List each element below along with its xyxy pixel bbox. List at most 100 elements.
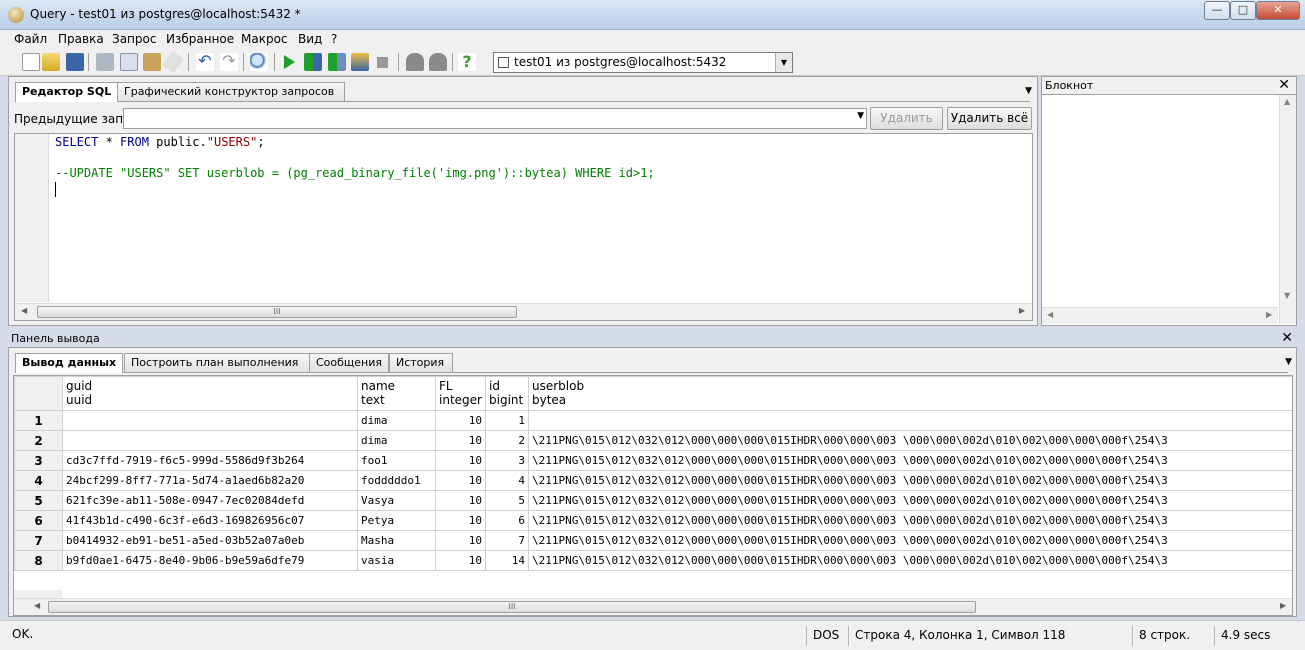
id-cell[interactable]: 6 [485, 510, 529, 531]
scroll-left-icon[interactable]: ◀ [34, 601, 40, 610]
tab-graphical-query-builder[interactable]: Графический конструктор запросов [117, 82, 345, 101]
menu-edit[interactable]: Правка [58, 32, 104, 46]
menu-query[interactable]: Запрос [112, 32, 156, 46]
chevron-down-icon[interactable]: ▼ [857, 111, 864, 121]
guid-cell[interactable]: 41f43b1d-c490-6c3f-e6d3-169826956c07 [62, 510, 358, 531]
notepad-close-icon[interactable]: ✕ [1278, 77, 1290, 93]
column-header-userblob[interactable]: userblob bytea [528, 376, 1292, 411]
name-cell[interactable]: Vasya [357, 490, 436, 511]
paste-icon[interactable] [143, 53, 161, 71]
explain-analyze-icon[interactable] [351, 53, 369, 71]
menu-view[interactable]: Вид [298, 32, 322, 46]
menu-file[interactable]: Файл [14, 32, 47, 46]
row-number-cell[interactable]: 1 [14, 410, 63, 431]
notepad-horizontal-scrollbar[interactable]: ◀ ▶ [1042, 307, 1278, 324]
scrollbar-thumb[interactable]: III [48, 601, 976, 613]
fl-cell[interactable]: 10 [435, 490, 486, 511]
tab-menu-chevron-icon[interactable]: ▼ [1025, 86, 1032, 96]
undo-icon[interactable]: ↶ [196, 53, 214, 71]
fl-cell[interactable]: 10 [435, 510, 486, 531]
save-icon[interactable] [66, 53, 84, 71]
scroll-up-icon[interactable]: ▲ [1284, 97, 1290, 106]
column-header-fl[interactable]: FL integer [435, 376, 486, 411]
guid-cell[interactable] [62, 410, 358, 431]
tab-menu-chevron-icon[interactable]: ▼ [1285, 357, 1292, 367]
guid-cell[interactable]: b9fd0ae1-6475-8e40-9b06-b9e59a6dfe79 [62, 550, 358, 571]
execute-icon[interactable] [284, 55, 295, 69]
editor-horizontal-scrollbar[interactable]: ◀ III ▶ [15, 303, 1032, 320]
rollback-icon[interactable] [429, 53, 447, 71]
grid-horizontal-scrollbar[interactable]: ◀ III ▶ [14, 598, 1292, 615]
scroll-left-icon[interactable]: ◀ [1047, 310, 1053, 319]
close-button[interactable]: ✕ [1256, 1, 1300, 20]
data-grid[interactable]: guid uuid name text FL integer id bigint use… [13, 375, 1293, 616]
id-cell[interactable]: 7 [485, 530, 529, 551]
name-cell[interactable]: vasia [357, 550, 436, 571]
row-number-cell[interactable]: 3 [14, 450, 63, 471]
row-number-cell[interactable]: 8 [14, 550, 63, 571]
name-cell[interactable]: foo1 [357, 450, 436, 471]
table-row[interactable]: 4 24bcf299-8ff7-771a-5d74-a1aed6b82a20 fod… [14, 470, 1292, 491]
tab-sql-editor[interactable]: Редактор SQL [15, 82, 119, 102]
userblob-cell[interactable]: \211PNG\015\012\032\012\000\000\000\015I… [528, 470, 1292, 491]
userblob-cell[interactable] [528, 410, 1292, 431]
menu-macros[interactable]: Макрос [241, 32, 288, 46]
userblob-cell[interactable]: \211PNG\015\012\032\012\000\000\000\015I… [528, 430, 1292, 451]
scroll-down-icon[interactable]: ▼ [1284, 291, 1290, 300]
id-cell[interactable]: 5 [485, 490, 529, 511]
fl-cell[interactable]: 10 [435, 450, 486, 471]
column-header-guid[interactable]: guid uuid [62, 376, 358, 411]
menu-favourites[interactable]: Избранное [166, 32, 234, 46]
redo-icon[interactable]: ↷ [220, 53, 238, 71]
table-row[interactable]: 2 dima 10 2 \211PNG\015\012\032\012\000\000\… [14, 430, 1292, 451]
scroll-right-icon[interactable]: ▶ [1280, 601, 1286, 610]
explain-icon[interactable] [304, 53, 322, 71]
fl-cell[interactable]: 10 [435, 430, 486, 451]
minimize-button[interactable]: — [1204, 1, 1230, 20]
column-header-name[interactable]: name text [357, 376, 436, 411]
tab-explain-plan[interactable]: Построить план выполнения [124, 353, 311, 372]
guid-cell[interactable]: 24bcf299-8ff7-771a-5d74-a1aed6b82a20 [62, 470, 358, 491]
row-number-cell[interactable]: 4 [14, 470, 63, 491]
userblob-cell[interactable]: \211PNG\015\012\032\012\000\000\000\015I… [528, 550, 1292, 571]
table-row[interactable]: 8 b9fd0ae1-6475-8e40-9b06-b9e59a6dfe79 vas… [14, 550, 1292, 571]
name-cell[interactable]: fodddddo1 [357, 470, 436, 491]
tab-messages[interactable]: Сообщения [309, 353, 389, 372]
row-number-cell[interactable]: 5 [14, 490, 63, 511]
maximize-button[interactable]: □ [1230, 1, 1256, 20]
table-row[interactable]: 3 cd3c7ffd-7919-f6c5-999d-5586d9f3b264 foo… [14, 450, 1292, 471]
scroll-left-icon[interactable]: ◀ [21, 306, 27, 315]
fl-cell[interactable]: 10 [435, 530, 486, 551]
userblob-cell[interactable]: \211PNG\015\012\032\012\000\000\000\015I… [528, 530, 1292, 551]
output-close-icon[interactable]: ✕ [1281, 330, 1293, 346]
name-cell[interactable]: dima [357, 430, 436, 451]
guid-cell[interactable]: cd3c7ffd-7919-f6c5-999d-5586d9f3b264 [62, 450, 358, 471]
scrollbar-thumb[interactable]: III [37, 306, 517, 318]
userblob-cell[interactable]: \211PNG\015\012\032\012\000\000\000\015I… [528, 510, 1292, 531]
column-header-id[interactable]: id bigint [485, 376, 529, 411]
fl-cell[interactable]: 10 [435, 550, 486, 571]
tab-data-output[interactable]: Вывод данных [15, 353, 124, 373]
menu-help[interactable]: ? [331, 32, 337, 46]
copy-icon[interactable] [120, 53, 138, 71]
table-row[interactable]: 5 621fc39e-ab11-508e-0947-7ec02084defd Vas… [14, 490, 1292, 511]
guid-cell[interactable]: 621fc39e-ab11-508e-0947-7ec02084defd [62, 490, 358, 511]
id-cell[interactable]: 1 [485, 410, 529, 431]
corner-cell[interactable] [14, 376, 63, 411]
sql-editor[interactable]: SELECT * FROM public."USERS"; --UPDATE "… [14, 133, 1033, 321]
id-cell[interactable]: 4 [485, 470, 529, 491]
new-file-icon[interactable] [22, 53, 40, 71]
fl-cell[interactable]: 10 [435, 470, 486, 491]
userblob-cell[interactable]: \211PNG\015\012\032\012\000\000\000\015I… [528, 450, 1292, 471]
id-cell[interactable]: 3 [485, 450, 529, 471]
name-cell[interactable]: Masha [357, 530, 436, 551]
connection-select[interactable]: test01 из postgres@localhost:5432 ▼ [493, 52, 793, 73]
tab-history[interactable]: История [389, 353, 453, 372]
open-folder-icon[interactable] [42, 53, 60, 71]
help-icon[interactable]: ? [458, 53, 476, 71]
previous-queries-select[interactable]: ▼ [123, 108, 867, 129]
notepad-textarea[interactable]: ▲ ▼ ◀ ▶ [1042, 94, 1296, 325]
delete-all-button[interactable]: Удалить всё [947, 107, 1032, 130]
scroll-right-icon[interactable]: ▶ [1266, 310, 1272, 319]
id-cell[interactable]: 2 [485, 430, 529, 451]
